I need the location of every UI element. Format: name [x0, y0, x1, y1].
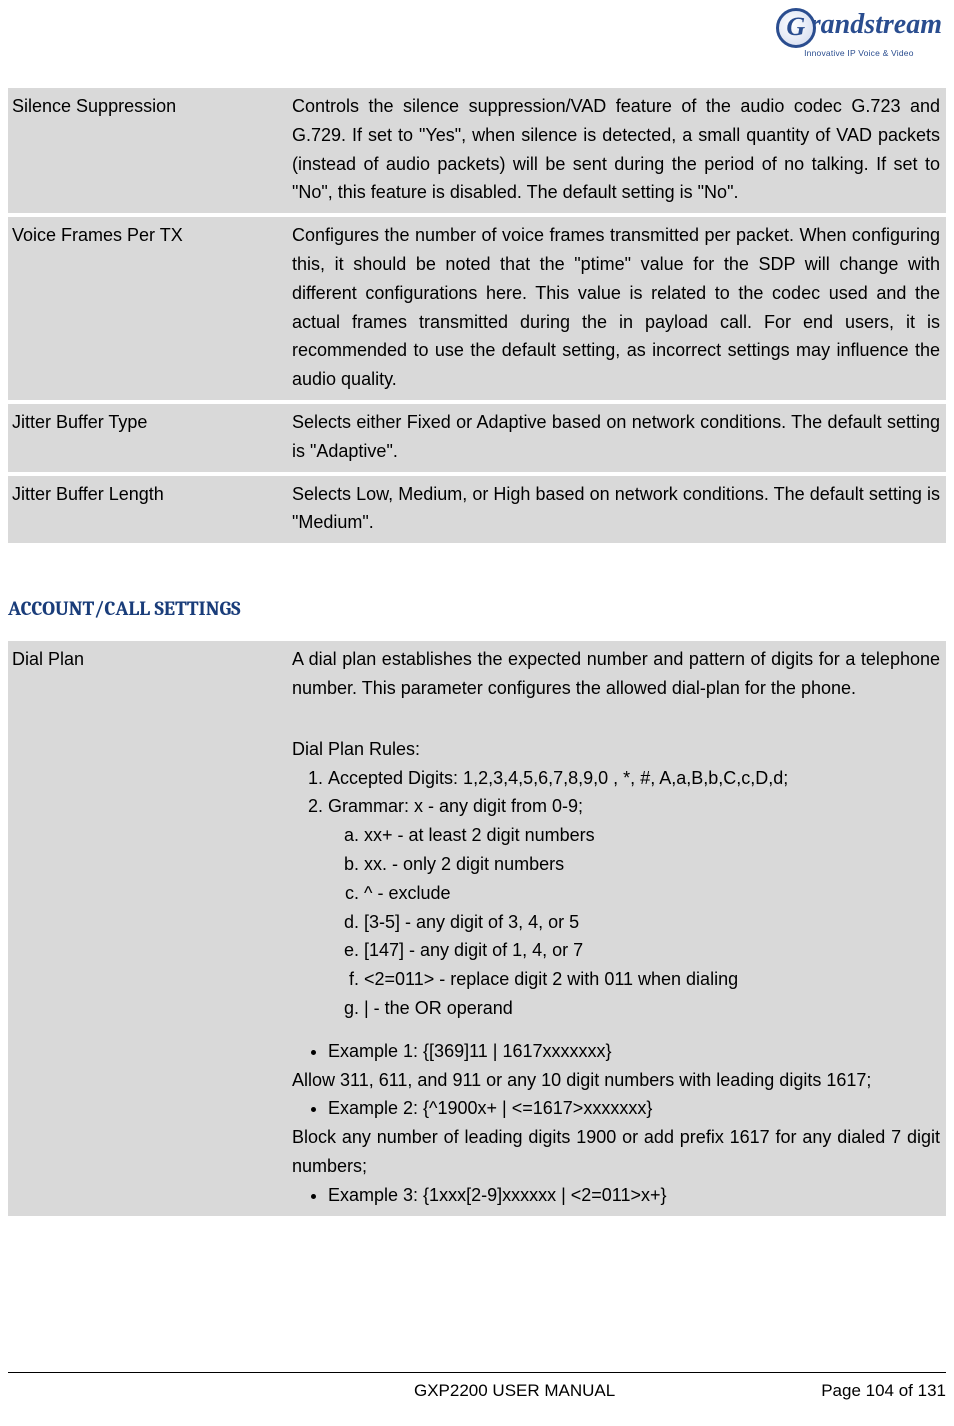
section-heading: ACCOUNT/CALL SETTINGS — [8, 593, 946, 625]
setting-desc: Selects either Fixed or Adaptive based o… — [288, 404, 946, 472]
list-item: Example 1: {[369]11 | 1617xxxxxxx} — [328, 1037, 940, 1066]
logo-globe-icon: G — [776, 8, 816, 48]
list-item: Grammar: x - any digit from 0-9; xx+ - a… — [328, 792, 940, 1022]
dialplan-rules-list: Accepted Digits: 1,2,3,4,5,6,7,8,9,0 , *… — [320, 764, 940, 1023]
table-row: Voice Frames Per TX Configures the numbe… — [8, 217, 946, 400]
list-item: Accepted Digits: 1,2,3,4,5,6,7,8,9,0 , *… — [328, 764, 940, 793]
dialplan-sublist: xx+ - at least 2 digit numbers xx. - onl… — [356, 821, 940, 1023]
list-item: [3-5] - any digit of 3, 4, or 5 — [364, 908, 940, 937]
setting-label: Voice Frames Per TX — [8, 217, 288, 400]
table-row: Silence Suppression Controls the silence… — [8, 88, 946, 213]
page-content: Silence Suppression Controls the silence… — [8, 84, 946, 1220]
footer-manual-title: GXP2200 USER MANUAL — [8, 1377, 821, 1404]
footer-page-number: Page 104 of 131 — [821, 1377, 946, 1404]
example-note: Allow 311, 611, and 911 or any 10 digit … — [292, 1066, 940, 1095]
setting-desc: Configures the number of voice frames tr… — [288, 217, 946, 400]
list-item: [147] - any digit of 1, 4, or 7 — [364, 936, 940, 965]
setting-label: Jitter Buffer Type — [8, 404, 288, 472]
page-footer: GXP2200 USER MANUAL Page 104 of 131 — [8, 1372, 946, 1404]
setting-desc: Controls the silence suppression/VAD fea… — [288, 88, 946, 213]
table-row: Jitter Buffer Length Selects Low, Medium… — [8, 476, 946, 544]
setting-label: Silence Suppression — [8, 88, 288, 213]
setting-label: Jitter Buffer Length — [8, 476, 288, 544]
brand-logo: Grandstream Innovative IP Voice & Video — [776, 6, 942, 61]
list-item: <2=011> - replace digit 2 with 011 when … — [364, 965, 940, 994]
list-item: ^ - exclude — [364, 879, 940, 908]
dialplan-rules-title: Dial Plan Rules: — [292, 735, 940, 764]
dialplan-examples-list: Example 2: {^1900x+ | <=1617>xxxxxxx} — [320, 1094, 940, 1123]
setting-label: Dial Plan — [8, 641, 288, 1215]
logo-tagline: Innovative IP Voice & Video — [776, 47, 942, 61]
example-note: Block any number of leading digits 1900 … — [292, 1123, 940, 1181]
setting-desc: A dial plan establishes the expected num… — [288, 641, 946, 1215]
list-item: Example 2: {^1900x+ | <=1617>xxxxxxx} — [328, 1094, 940, 1123]
list-item: | - the OR operand — [364, 994, 940, 1023]
logo-text: randstream — [810, 9, 942, 40]
list-item: xx+ - at least 2 digit numbers — [364, 821, 940, 850]
dialplan-examples-list: Example 1: {[369]11 | 1617xxxxxxx} — [320, 1037, 940, 1066]
settings-table-call: Dial Plan A dial plan establishes the ex… — [8, 637, 946, 1219]
setting-desc: Selects Low, Medium, or High based on ne… — [288, 476, 946, 544]
dialplan-intro: A dial plan establishes the expected num… — [292, 645, 940, 703]
table-row: Dial Plan A dial plan establishes the ex… — [8, 641, 946, 1215]
table-row: Jitter Buffer Type Selects either Fixed … — [8, 404, 946, 472]
rule-text: Grammar: x - any digit from 0-9; — [328, 796, 583, 816]
settings-table-audio: Silence Suppression Controls the silence… — [8, 84, 946, 547]
dialplan-examples-list: Example 3: {1xxx[2-9]xxxxxx | <2=011>x+} — [320, 1181, 940, 1210]
list-item: xx. - only 2 digit numbers — [364, 850, 940, 879]
list-item: Example 3: {1xxx[2-9]xxxxxx | <2=011>x+} — [328, 1181, 940, 1210]
